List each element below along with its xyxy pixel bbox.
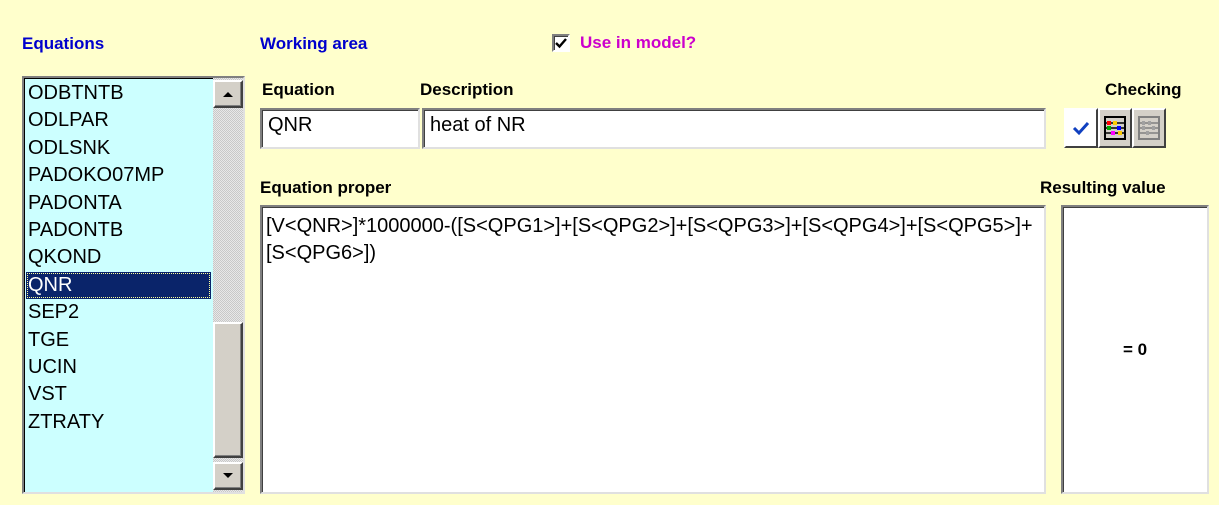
arrow-up-icon [223, 92, 233, 97]
equation-list-item[interactable]: UCIN [26, 354, 211, 381]
scroll-down-button[interactable] [213, 462, 243, 490]
equation-list-item[interactable]: PADONTA [26, 190, 211, 217]
equation-name-field[interactable]: QNR [260, 108, 420, 149]
description-label: Description [420, 80, 514, 99]
equation-list-item[interactable]: TGE [26, 327, 211, 354]
abacus-color-icon [1104, 116, 1126, 140]
evaluate-button[interactable] [1098, 108, 1132, 148]
checkbox-box[interactable] [552, 34, 570, 52]
equations-listbox[interactable]: ODBTNTB ODLPAR ODLSNK PADOKO07MP PADONTA PADO… [22, 76, 245, 494]
description-field[interactable]: heat of NR [422, 108, 1046, 149]
equation-list-item[interactable]: PADONTB [26, 217, 211, 244]
equation-list-item[interactable]: ODLPAR [26, 107, 211, 134]
arrow-down-icon [223, 473, 233, 478]
equation-list-item[interactable]: ZTRATY [26, 409, 211, 436]
checking-label: Checking [1105, 80, 1182, 99]
equation-proper-textarea[interactable]: [V<QNR>]*1000000-([S<QPG1>]+[S<QPG2>]+[S… [260, 205, 1046, 494]
scroll-thumb[interactable] [213, 322, 243, 458]
resulting-value-text: = 0 [1122, 339, 1148, 359]
equation-label: Equation [262, 80, 335, 99]
abacus-gray-icon [1138, 116, 1160, 140]
equation-list-item[interactable]: SEP2 [26, 299, 211, 326]
use-in-model-checkbox[interactable]: Use in model? [552, 33, 696, 53]
equations-list: ODBTNTB ODLPAR ODLSNK PADOKO07MP PADONTA PADO… [26, 80, 211, 436]
working-area-header: Working area [260, 34, 368, 53]
equation-list-item[interactable]: ODLSNK [26, 135, 211, 162]
check-icon [1072, 121, 1090, 136]
equation-list-item[interactable]: QKOND [26, 244, 211, 271]
equation-list-item[interactable]: PADOKO07MP [26, 162, 211, 189]
listbox-scrollbar[interactable] [213, 78, 243, 492]
resulting-value-label: Resulting value [1040, 178, 1166, 197]
equations-header: Equations [22, 34, 105, 53]
use-in-model-label: Use in model? [580, 33, 697, 52]
checkmark-icon [555, 38, 567, 49]
equation-list-item[interactable]: QNR [26, 271, 211, 300]
evaluate-all-button[interactable] [1132, 108, 1166, 148]
scroll-up-button[interactable] [213, 80, 243, 108]
equation-list-item[interactable]: VST [26, 381, 211, 408]
check-equation-button[interactable] [1064, 108, 1098, 148]
resulting-value-display: = 0 [1061, 205, 1209, 494]
equation-proper-label: Equation proper [260, 178, 392, 197]
equation-list-item[interactable]: ODBTNTB [26, 80, 211, 107]
